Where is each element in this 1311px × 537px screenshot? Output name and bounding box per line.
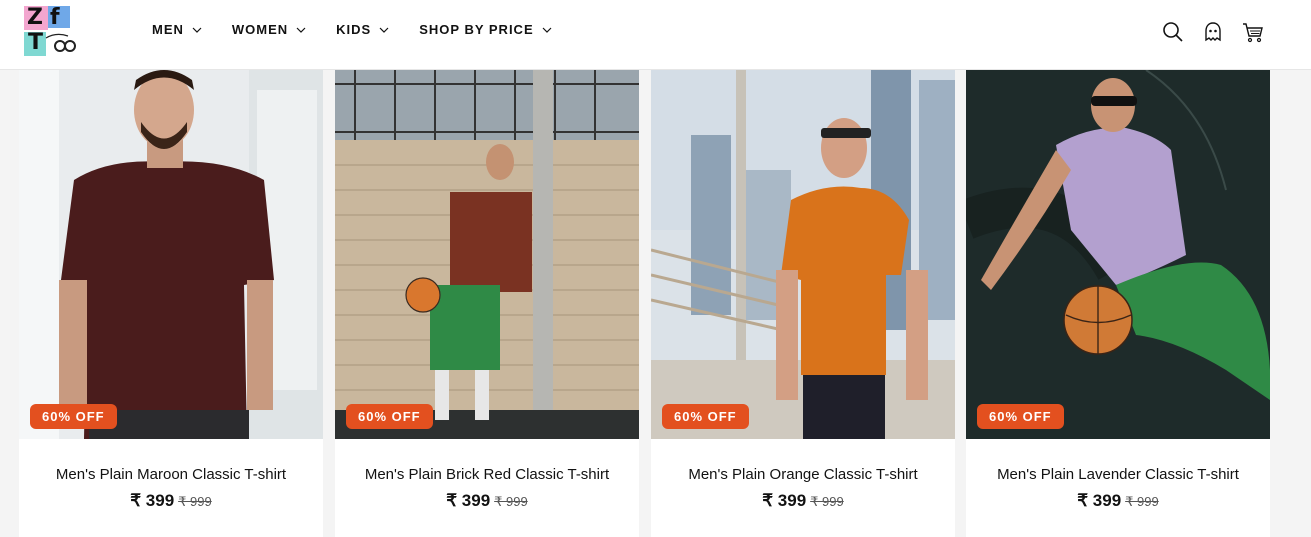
product-title[interactable]: Men's Plain Brick Red Classic T-shirt — [335, 466, 639, 483]
logo-letter: Z — [27, 5, 43, 30]
cart-icon[interactable] — [1241, 20, 1265, 44]
nav-label: KIDS — [336, 22, 372, 37]
chevron-down-icon — [192, 27, 202, 33]
product-shirt — [450, 192, 532, 292]
logo-letter: f — [50, 5, 60, 30]
sale-price: ₹ 399 — [446, 491, 491, 510]
logo-glasses-icon — [45, 33, 76, 52]
product-image[interactable]: 60% OFF — [335, 70, 639, 439]
main-nav: MEN WOMEN KIDS SHOP BY PRICE — [152, 22, 582, 37]
compare-price: ₹ 999 — [494, 494, 528, 509]
discount-badge: 60% OFF — [977, 404, 1064, 429]
product-title[interactable]: Men's Plain Lavender Classic T-shirt — [966, 466, 1270, 483]
header-icons — [1145, 20, 1265, 44]
compare-price: ₹ 999 — [1125, 494, 1159, 509]
product-shirt — [61, 161, 274, 439]
product-price: ₹ 399 ₹ 999 — [651, 491, 955, 511]
sale-price: ₹ 399 — [762, 491, 807, 510]
product-grid: 60% OFF Men's Plain Maroon Classic T-shi… — [19, 70, 1270, 537]
discount-badge: 60% OFF — [346, 404, 433, 429]
nav-label: WOMEN — [231, 22, 289, 37]
sale-price: ₹ 399 — [1077, 491, 1122, 510]
nav-item-shop-by-price[interactable]: SHOP BY PRICE — [419, 22, 552, 37]
sale-price: ₹ 399 — [130, 491, 175, 510]
product-image[interactable]: 60% OFF — [651, 70, 955, 439]
product-image[interactable]: 60% OFF — [966, 70, 1270, 439]
chevron-down-icon — [379, 27, 389, 33]
chevron-down-icon — [542, 27, 552, 33]
site-header: Z f T MEN WOMEN KIDS SHOP BY PRICE — [0, 0, 1311, 70]
product-card[interactable]: 60% OFF Men's Plain Lavender Classic T-s… — [966, 70, 1270, 537]
nav-item-kids[interactable]: KIDS — [336, 22, 389, 37]
nav-item-women[interactable]: WOMEN — [232, 22, 306, 37]
nav-label: SHOP BY PRICE — [419, 22, 534, 37]
logo-letter: T — [28, 30, 44, 55]
search-icon[interactable] — [1161, 20, 1185, 44]
brand-logo[interactable]: Z f T — [24, 5, 76, 58]
product-card[interactable]: 60% OFF Men's Plain Orange Classic T-shi… — [651, 70, 955, 537]
discount-badge: 60% OFF — [30, 404, 117, 429]
chevron-down-icon — [296, 27, 306, 33]
account-icon[interactable] — [1201, 20, 1225, 44]
product-price: ₹ 399 ₹ 999 — [335, 491, 639, 511]
product-price: ₹ 399 ₹ 999 — [19, 491, 323, 511]
product-title[interactable]: Men's Plain Maroon Classic T-shirt — [19, 466, 323, 483]
product-card[interactable]: 60% OFF Men's Plain Brick Red Classic T-… — [335, 70, 639, 537]
product-title[interactable]: Men's Plain Orange Classic T-shirt — [651, 466, 955, 483]
nav-item-men[interactable]: MEN — [152, 22, 202, 37]
compare-price: ₹ 999 — [810, 494, 844, 509]
product-image[interactable]: 60% OFF — [19, 70, 323, 439]
product-price: ₹ 399 ₹ 999 — [966, 491, 1270, 511]
product-card[interactable]: 60% OFF Men's Plain Maroon Classic T-shi… — [19, 70, 323, 537]
nav-label: MEN — [152, 22, 184, 37]
discount-badge: 60% OFF — [662, 404, 749, 429]
compare-price: ₹ 999 — [178, 494, 212, 509]
